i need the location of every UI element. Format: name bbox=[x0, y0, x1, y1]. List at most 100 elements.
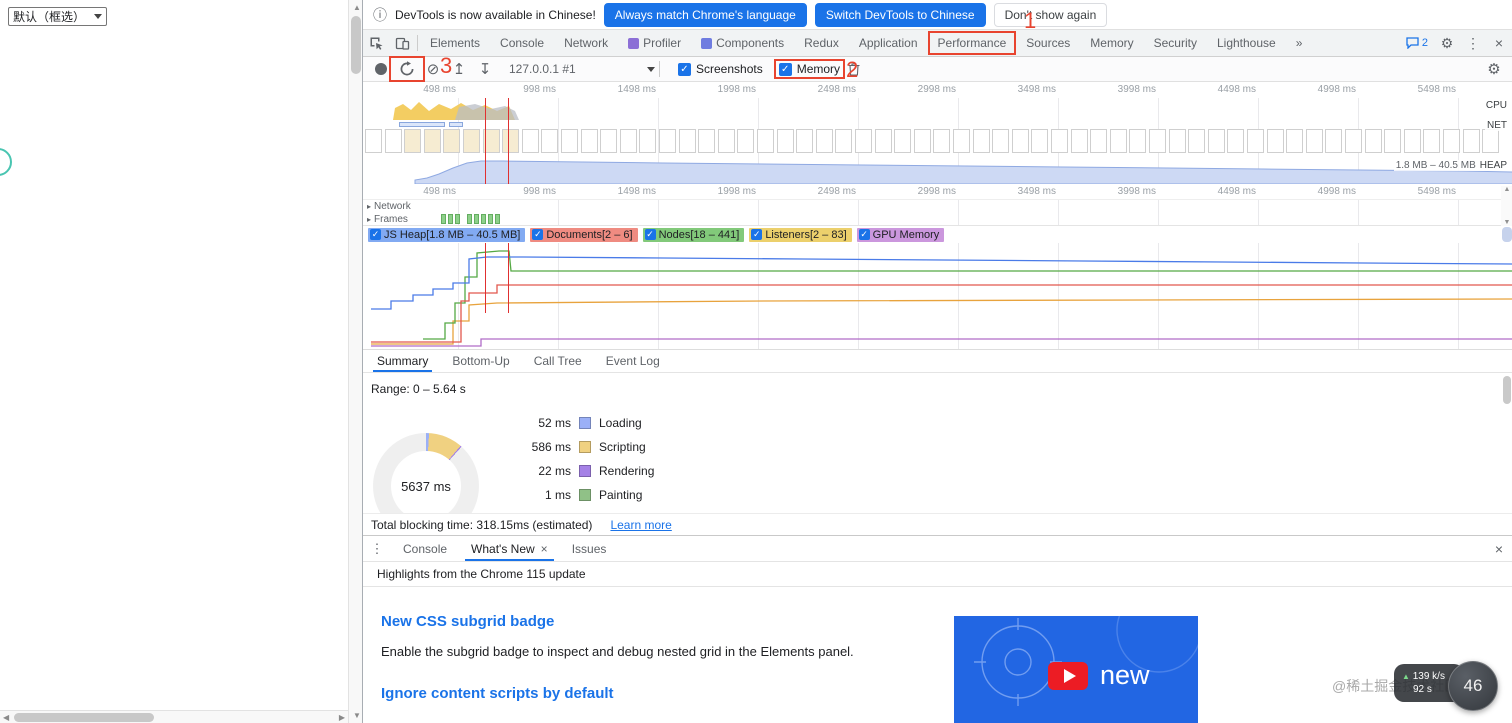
clear-button[interactable]: ⊘ bbox=[421, 58, 445, 80]
scroll-down-icon[interactable]: ▼ bbox=[1504, 219, 1511, 226]
screenshot-frame bbox=[717, 129, 735, 153]
drawer-tab-issues[interactable]: Issues bbox=[560, 536, 619, 561]
counter-label: Documents[2 – 6] bbox=[546, 228, 633, 241]
summary-category-label: Loading bbox=[599, 416, 642, 430]
screenshot-frame bbox=[404, 129, 422, 153]
learn-more-link[interactable]: Learn more bbox=[610, 518, 671, 532]
more-tabs-button[interactable]: » bbox=[1286, 30, 1313, 56]
scroll-up-icon[interactable]: ▲ bbox=[353, 1, 361, 14]
scrollbar-thumb[interactable] bbox=[351, 16, 361, 74]
tab-profiler[interactable]: Profiler bbox=[618, 30, 691, 56]
screenshot-frame bbox=[776, 129, 794, 153]
tab-console[interactable]: Console bbox=[490, 30, 554, 56]
device-toolbar-icon[interactable] bbox=[389, 30, 415, 56]
scroll-up-icon[interactable]: ▲ bbox=[1504, 186, 1511, 193]
video-thumbnail[interactable]: new bbox=[954, 616, 1198, 723]
screenshot-frame bbox=[1325, 129, 1343, 153]
timeline-marker-line bbox=[485, 243, 486, 313]
article-title-link[interactable]: New CSS subgrid badge bbox=[381, 613, 941, 630]
tab-memory[interactable]: Memory bbox=[1080, 30, 1143, 56]
tick-label: 4998 ms bbox=[1317, 186, 1356, 197]
close-drawer-icon[interactable]: × bbox=[1486, 536, 1512, 561]
tab-components[interactable]: Components bbox=[691, 30, 794, 56]
page-vertical-scrollbar[interactable]: ▲ ▼ bbox=[348, 0, 362, 723]
settings-gear-icon[interactable]: ⚙ bbox=[1434, 35, 1460, 52]
switch-devtools-chinese-button[interactable]: Switch DevTools to Chinese bbox=[814, 2, 986, 27]
tracks-section: ▸ Network ▸ Frames bbox=[363, 200, 1512, 226]
counter-label: Nodes[18 – 441] bbox=[658, 228, 740, 241]
tab-network[interactable]: Network bbox=[554, 30, 618, 56]
frames-track[interactable]: ▸ Frames bbox=[363, 213, 1512, 225]
record-button[interactable] bbox=[369, 58, 393, 80]
inspect-icon[interactable] bbox=[363, 30, 389, 56]
network-track[interactable]: ▸ Network bbox=[363, 200, 1512, 213]
match-language-button[interactable]: Always match Chrome's language bbox=[603, 2, 807, 27]
summary-row: 52 ms Loading bbox=[513, 411, 654, 435]
memory-checkbox[interactable]: ✓ bbox=[778, 62, 792, 76]
youtube-play-icon[interactable] bbox=[1048, 662, 1088, 690]
network-activity-segment bbox=[399, 122, 445, 127]
tab-redux[interactable]: Redux bbox=[794, 30, 849, 56]
summary-category-label: Rendering bbox=[599, 464, 655, 478]
close-devtools-icon[interactable]: × bbox=[1486, 35, 1512, 51]
page-mode-select[interactable]: 默认（框选） bbox=[8, 7, 107, 26]
kebab-menu-icon[interactable]: ⋮ bbox=[1460, 35, 1486, 52]
page-horizontal-scrollbar[interactable]: ◀ ▶ bbox=[0, 710, 348, 723]
checkbox-checked-icon[interactable]: ✓ bbox=[858, 229, 870, 240]
detail-tab-bottom-up[interactable]: Bottom-Up bbox=[440, 350, 521, 372]
drawer-menu-icon[interactable]: ⋮ bbox=[363, 536, 391, 561]
screenshot-frame bbox=[953, 129, 970, 153]
tracks-scrollbar[interactable]: ▲ ▼ bbox=[1501, 186, 1512, 226]
load-profile-button[interactable]: ↥ bbox=[447, 58, 471, 80]
timeline-ruler-main[interactable]: 498 ms 998 ms 1498 ms 1998 ms 2498 ms 2998 ms… bbox=[363, 184, 1512, 200]
screenshot-frame bbox=[600, 129, 618, 153]
donut-total-label: 5637 ms bbox=[401, 478, 451, 494]
detail-tab-event-log[interactable]: Event Log bbox=[594, 350, 672, 372]
checkbox-checked-icon[interactable]: ✓ bbox=[532, 229, 544, 240]
drawer-tab-label: Console bbox=[403, 541, 448, 556]
trash-button[interactable] bbox=[842, 58, 866, 80]
detail-tab-call-tree[interactable]: Call Tree bbox=[522, 350, 594, 372]
memory-series-js-heap bbox=[371, 256, 1512, 310]
capture-settings-gear-icon[interactable]: ⚙ bbox=[1482, 58, 1506, 80]
console-messages-button[interactable]: 2 bbox=[1400, 37, 1434, 49]
scroll-left-icon[interactable]: ◀ bbox=[3, 711, 9, 723]
tab-sources[interactable]: Sources bbox=[1016, 30, 1080, 56]
scroll-down-icon[interactable]: ▼ bbox=[353, 709, 361, 722]
reload-and-record-button[interactable] bbox=[389, 56, 425, 82]
screenshot-frame bbox=[1443, 129, 1460, 153]
legend-scroll-thumb[interactable] bbox=[1502, 227, 1512, 242]
detail-tab-summary[interactable]: Summary bbox=[365, 350, 440, 372]
tab-elements[interactable]: Elements bbox=[420, 30, 490, 56]
heap-word-label: HEAP bbox=[1479, 160, 1507, 171]
article-body: Enable the subgrid badge to inspect and … bbox=[381, 644, 854, 659]
checkbox-checked-icon[interactable]: ✓ bbox=[370, 229, 381, 240]
summary-scroll-thumb[interactable] bbox=[1503, 376, 1511, 404]
checkbox-checked-icon[interactable]: ✓ bbox=[644, 229, 656, 240]
performance-overview[interactable]: CPU NET 1.8 MB – 40.5 MB HEAP bbox=[363, 98, 1512, 184]
tab-performance[interactable]: Performance bbox=[927, 30, 1017, 56]
scroll-right-icon[interactable]: ▶ bbox=[339, 711, 345, 723]
screenshot-frame bbox=[502, 129, 520, 153]
screenshot-frame bbox=[678, 129, 696, 153]
tab-application[interactable]: Application bbox=[849, 30, 928, 56]
timeline-ruler-top[interactable]: 498 ms 998 ms 1498 ms 1998 ms 2498 ms 2998 ms… bbox=[363, 82, 1512, 98]
tick-label: 3998 ms bbox=[1117, 186, 1156, 197]
drawer-tab-what-s-new[interactable]: What's New × bbox=[459, 536, 560, 561]
target-select[interactable]: 127.0.0.1 #1 bbox=[509, 62, 655, 76]
tab-lighthouse[interactable]: Lighthouse bbox=[1207, 30, 1286, 56]
memory-chart[interactable] bbox=[363, 243, 1512, 349]
screenshots-checkbox[interactable]: ✓ bbox=[678, 62, 691, 76]
scrollbar-thumb[interactable] bbox=[14, 713, 154, 722]
tick-label: 2498 ms bbox=[817, 186, 856, 197]
close-tab-icon[interactable]: × bbox=[541, 542, 548, 556]
tab-security[interactable]: Security bbox=[1144, 30, 1207, 56]
dont-show-again-button[interactable]: Don't show again bbox=[993, 2, 1108, 27]
save-profile-button[interactable]: ↧ bbox=[473, 58, 497, 80]
checkbox-checked-icon[interactable]: ✓ bbox=[751, 229, 763, 240]
screenshot-frame bbox=[972, 129, 990, 153]
tab-label: Redux bbox=[804, 36, 839, 50]
screenshot-frame bbox=[1129, 129, 1147, 153]
drawer-tab-console[interactable]: Console bbox=[391, 536, 459, 561]
article-title-link[interactable]: Ignore content scripts by default bbox=[381, 685, 941, 702]
